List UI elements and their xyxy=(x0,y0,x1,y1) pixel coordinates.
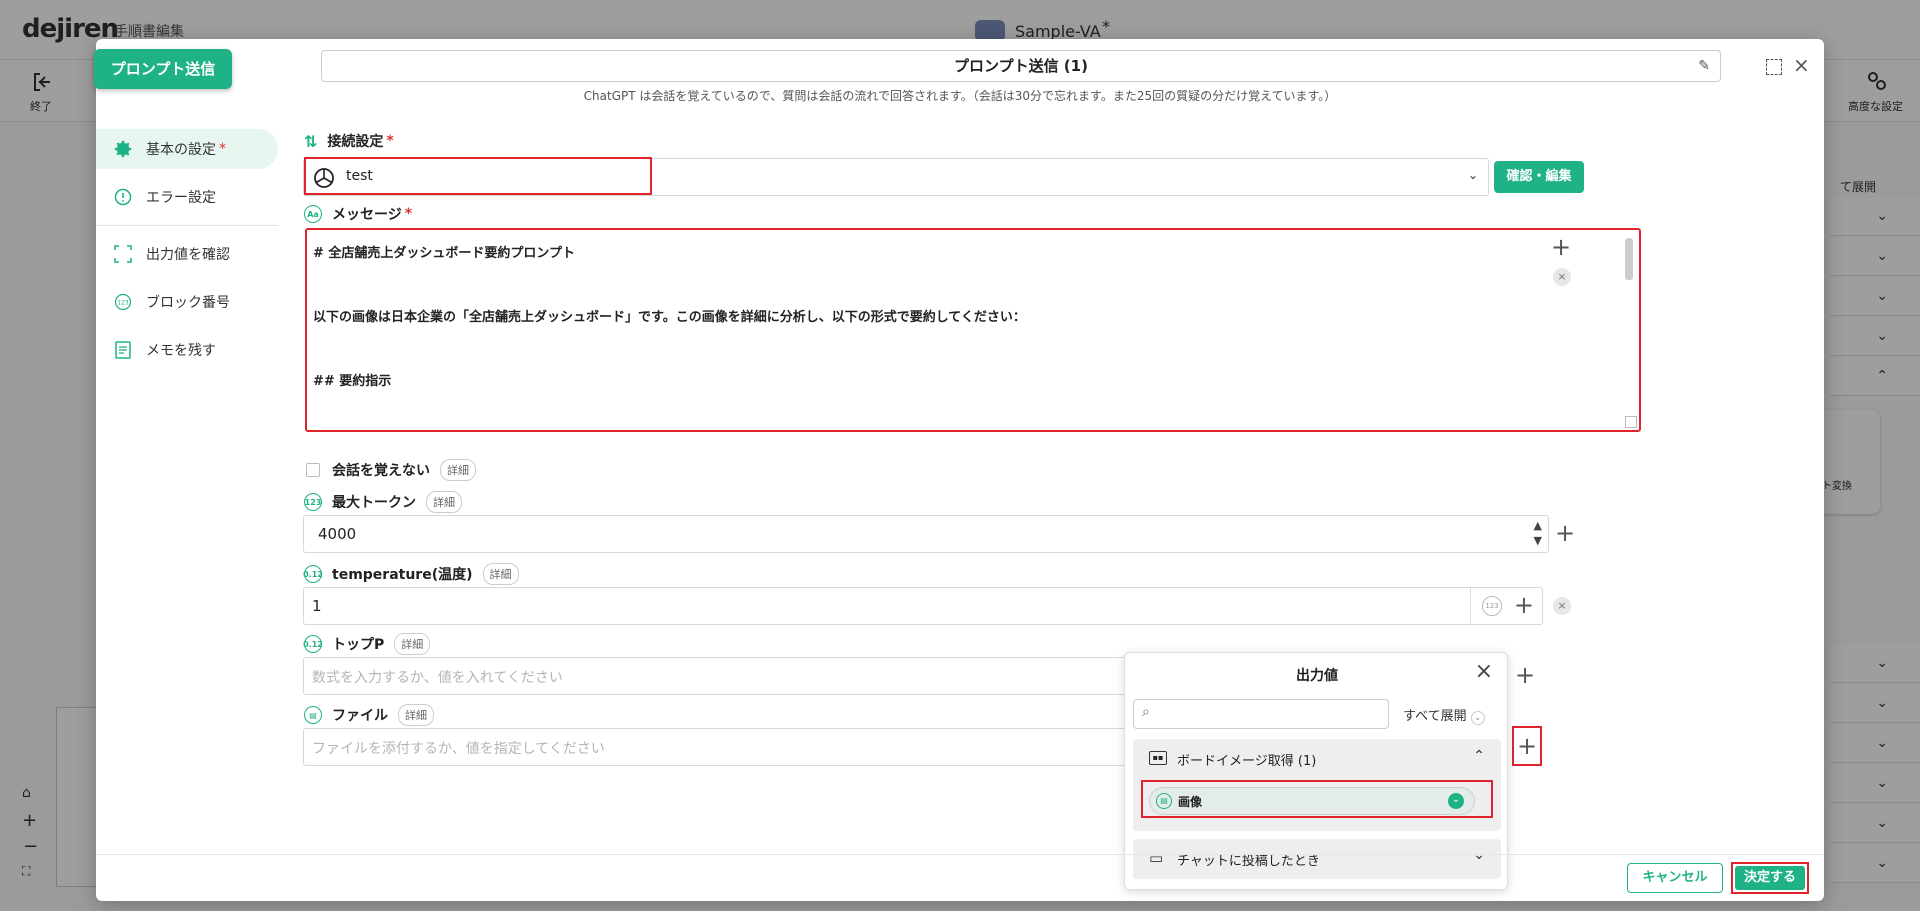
top-p-label: 0.12 トップP 詳細 xyxy=(303,633,431,655)
cancel-button[interactable]: キャンセル xyxy=(1627,863,1723,893)
sidebar-item-error-settings[interactable]: エラー設定 xyxy=(96,177,278,217)
confirm-edit-button[interactable]: 確認・編集 xyxy=(1494,161,1584,193)
detail-chip[interactable]: 詳細 xyxy=(426,491,462,513)
add-file-value-button[interactable]: + xyxy=(1512,726,1542,766)
sidebar-item-label: 基本の設定 xyxy=(146,142,216,158)
close-icon[interactable]: × xyxy=(1793,53,1810,77)
search-icon: ⌕ xyxy=(1142,704,1150,720)
text-icon: Aa xyxy=(304,205,322,223)
decimal-icon: 0.12 xyxy=(303,635,323,653)
close-icon[interactable]: × xyxy=(1475,659,1493,684)
confirm-button-highlight: 決定する xyxy=(1731,862,1809,894)
sidebar-item-label: エラー設定 xyxy=(146,190,216,206)
block-title-field[interactable]: プロンプト送信 (1) ✎ xyxy=(321,50,1721,82)
output-group-label: チャットに投稿したとき xyxy=(1177,854,1320,869)
detail-chip[interactable]: 詳細 xyxy=(482,563,519,585)
popup-title: 出力値 xyxy=(1296,668,1338,684)
prompt-send-modal: プロンプト送信 プロンプト送信 (1) ✎ ChatGPT は会話を覚えているの… xyxy=(94,39,1824,901)
output-group-header[interactable]: ▪▪ ボードイメージ取得 (1) ⌃ xyxy=(1133,739,1501,779)
add-value-button[interactable]: + xyxy=(1515,663,1535,687)
block-type-tag: プロンプト送信 xyxy=(94,49,232,89)
gear-icon xyxy=(112,138,134,160)
settings-sidenav: 基本の設定 * エラー設定 出力値を確認 123 ブロック番号 メモを残す xyxy=(96,129,278,378)
expand-all-button[interactable]: すべて展開 ⌄ xyxy=(1403,705,1485,725)
output-group-label: ボードイメージ取得 (1) xyxy=(1177,754,1317,769)
required-marker: * xyxy=(219,141,226,157)
pencil-icon[interactable]: ✎ xyxy=(1698,51,1710,81)
sidebar-item-label: 出力値を確認 xyxy=(146,247,230,263)
output-search-input[interactable]: ⌕ xyxy=(1133,699,1389,729)
chevron-down-icon: ⌄ xyxy=(1470,711,1485,725)
temperature-input[interactable]: 1 123 + xyxy=(303,587,1543,625)
stepper-icon[interactable]: ▲ ▼ xyxy=(1534,518,1542,548)
highlight-box xyxy=(1141,780,1493,818)
message-line: 以下の画像は日本企業の「全店舗売上ダッシュボード」です。この画像を詳細に分析し、… xyxy=(313,310,1026,325)
max-tokens-label: 123 最大トークン 詳細 xyxy=(304,491,462,513)
memo-icon xyxy=(112,339,134,361)
chevron-down-icon: ⌄ xyxy=(1473,847,1485,863)
add-value-button[interactable]: + xyxy=(1555,521,1575,545)
temperature-label: 0.12 temperature(温度) 詳細 xyxy=(303,563,519,585)
max-tokens-input[interactable]: 4000 ▲ ▼ xyxy=(303,515,1549,553)
svg-text:123: 123 xyxy=(117,300,129,307)
image-icon: ▪▪ xyxy=(1149,751,1167,765)
divider xyxy=(96,225,278,226)
sidebar-item-basic-settings[interactable]: 基本の設定 * xyxy=(96,129,278,169)
message-line: # 全店舗売上ダッシュボード要約プロンプト xyxy=(313,246,576,261)
add-value-button[interactable]: + xyxy=(1514,591,1534,619)
file-placeholder: ファイルを添付するか、値を指定してください xyxy=(312,741,605,757)
connection-label: ⇅ 接続設定 * xyxy=(304,131,394,151)
number-icon[interactable]: 123 xyxy=(1482,596,1502,616)
clear-button[interactable]: × xyxy=(1553,268,1571,286)
number-icon: 123 xyxy=(304,493,322,511)
detail-chip[interactable]: 詳細 xyxy=(394,633,431,655)
chat-icon: ▭ xyxy=(1149,849,1164,867)
sidebar-item-memo[interactable]: メモを残す xyxy=(96,330,278,370)
number-icon: 123 xyxy=(112,291,134,313)
file-input[interactable]: ファイルを添付するか、値を指定してください xyxy=(303,728,1143,766)
top-p-input[interactable]: 数式を入力するか、値を入れてください xyxy=(303,657,1143,695)
message-line: ## 要約指示 xyxy=(313,374,392,389)
resize-handle[interactable] xyxy=(1625,416,1637,428)
add-value-button[interactable]: + xyxy=(1551,235,1571,259)
max-tokens-value: 4000 xyxy=(318,525,357,543)
sidebar-item-label: ブロック番号 xyxy=(146,295,230,311)
message-label: Aa メッセージ * xyxy=(304,204,412,224)
select-area-icon[interactable] xyxy=(1766,59,1782,75)
no-memory-checkbox[interactable] xyxy=(306,463,320,477)
footer-divider xyxy=(96,854,1824,855)
sidebar-item-block-number[interactable]: 123 ブロック番号 xyxy=(96,282,278,322)
frame-icon xyxy=(112,243,134,265)
detail-chip[interactable]: 詳細 xyxy=(398,704,434,726)
decimal-icon: 0.12 xyxy=(303,565,323,583)
no-memory-row: 会話を覚えない 詳細 xyxy=(306,459,476,481)
block-title: プロンプト送信 (1) xyxy=(954,57,1088,75)
alert-icon xyxy=(112,186,134,208)
output-group-header[interactable]: ▭ チャットに投稿したとき ⌄ xyxy=(1133,839,1501,879)
highlight-box xyxy=(304,157,652,195)
message-textarea[interactable]: # 全店舗売上ダッシュボード要約プロンプト 以下の画像は日本企業の「全店舗売上ダ… xyxy=(305,228,1641,432)
detail-chip[interactable]: 詳細 xyxy=(440,459,476,481)
top-p-placeholder: 数式を入力するか、値を入れてください xyxy=(312,670,563,686)
chevron-down-icon: ⌄ xyxy=(1467,168,1478,182)
connection-icon: ⇅ xyxy=(304,131,318,151)
sidebar-item-check-output[interactable]: 出力値を確認 xyxy=(96,234,278,274)
confirm-button[interactable]: 決定する xyxy=(1735,866,1805,890)
temperature-value: 1 xyxy=(312,597,322,615)
clear-button[interactable]: × xyxy=(1553,597,1571,615)
scrollbar[interactable] xyxy=(1625,238,1633,280)
file-label: ▤ ファイル 詳細 xyxy=(304,704,434,726)
chevron-up-icon: ⌃ xyxy=(1473,748,1485,764)
chatgpt-memory-note: ChatGPT は会話を覚えているので、質問は会話の流れで回答されます。（会話は… xyxy=(583,89,1337,103)
file-icon: ▤ xyxy=(304,706,322,724)
sidebar-item-label: メモを残す xyxy=(146,343,216,359)
